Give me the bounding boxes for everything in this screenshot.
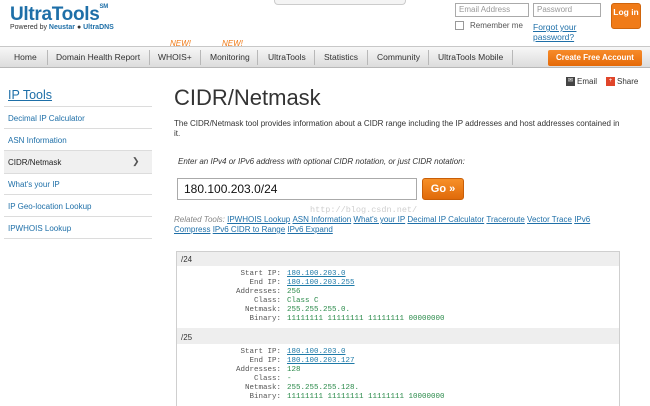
remember-me[interactable]: Remember me <box>455 21 523 30</box>
end-ip-link[interactable]: 180.100.203.255 <box>287 279 355 287</box>
row-label: Netmask: <box>244 384 281 392</box>
related-ipv6-cidr-to-range[interactable]: IPv6 CIDR to Range <box>213 225 285 234</box>
end-ip-link[interactable]: 180.100.203.127 <box>287 357 355 365</box>
result-block-25: Start IP: 180.100.203.0 End IP: 180.100.20… <box>177 344 619 406</box>
nav-statistics[interactable]: Statistics <box>324 47 358 68</box>
email-icon: ✉ <box>566 77 575 86</box>
related-asn-information[interactable]: ASN Information <box>292 215 351 224</box>
row-label: Start IP: <box>240 348 281 356</box>
result-block-24: Start IP: 180.100.203.0 End IP: 180.100.20… <box>177 266 619 328</box>
cidr-input[interactable]: 180.100.203.0/24 <box>177 178 417 200</box>
page-title: CIDR/Netmask <box>174 85 321 110</box>
forgot-password-link[interactable]: Forgot your password? <box>533 22 593 42</box>
login-button[interactable]: Log in <box>611 3 641 29</box>
share-icon: + <box>606 77 615 86</box>
sidebar-item-asn-information[interactable]: ASN Information <box>8 136 67 145</box>
tool-description: The CIDR/Netmask tool provides informati… <box>174 119 620 138</box>
nav-monitoring[interactable]: Monitoring <box>210 47 250 68</box>
sidebar: IP Tools Decimal IP Calculator ASN Infor… <box>0 69 155 406</box>
main-nav: Home Domain Health Report WHOIS+ NEW! Mo… <box>0 39 650 68</box>
share-link[interactable]: + Share <box>606 77 638 86</box>
start-ip-link[interactable]: 180.100.203.0 <box>287 270 346 278</box>
ultratools-logo[interactable]: UltraToolsSM Powered by Neustar ● UltraD… <box>10 4 114 31</box>
related-tools: Related Tools: IPWHOIS Lookup ASN Inform… <box>174 215 591 234</box>
nav-community[interactable]: Community <box>377 47 420 68</box>
related-ipv6-expand[interactable]: IPv6 Expand <box>287 225 332 234</box>
result-header-24: /24 <box>177 252 619 266</box>
sidebar-item-ip-geolocation-lookup[interactable]: IP Geo-location Lookup <box>8 202 91 211</box>
row-value: Class C <box>287 297 319 305</box>
related-ipwhois-lookup[interactable]: IPWHOIS Lookup <box>227 215 290 224</box>
nav-ultratools[interactable]: UltraTools <box>268 47 306 68</box>
top-search-tab[interactable] <box>274 0 406 5</box>
row-value: 255.255.255.128. <box>287 384 360 392</box>
related-decimal-ip-calculator[interactable]: Decimal IP Calculator <box>407 215 484 224</box>
sidebar-title[interactable]: IP Tools <box>8 88 52 102</box>
row-value: 255.255.255.0. <box>287 306 351 314</box>
row-value: 11111111 11111111 11111111 10000000 <box>287 393 445 401</box>
start-ip-link[interactable]: 180.100.203.0 <box>287 348 346 356</box>
nav-home[interactable]: Home <box>14 47 37 68</box>
new-badge-whois: NEW! <box>170 39 191 48</box>
row-label: Start IP: <box>240 270 281 278</box>
create-free-account-button[interactable]: Create Free Account <box>548 50 642 66</box>
nav-ultratools-mobile[interactable]: UltraTools Mobile <box>438 47 503 68</box>
new-badge-monitoring: NEW! <box>222 39 243 48</box>
related-whats-your-ip[interactable]: What's your IP <box>353 215 405 224</box>
row-label: End IP: <box>249 357 281 365</box>
row-value: 128 <box>287 366 301 374</box>
nav-domain-health-report[interactable]: Domain Health Report <box>56 47 140 68</box>
sidebar-item-decimal-ip-calculator[interactable]: Decimal IP Calculator <box>8 114 85 123</box>
row-label: Class: <box>253 297 281 305</box>
row-label: End IP: <box>249 279 281 287</box>
row-label: Netmask: <box>244 306 281 314</box>
watermark-text: http://blog.csdn.net/ <box>310 205 418 215</box>
row-value: 256 <box>287 288 301 296</box>
email-field[interactable]: Email Address <box>455 3 529 17</box>
sidebar-item-ipwhois-lookup[interactable]: IPWHOIS Lookup <box>8 224 71 233</box>
chevron-right-icon: ❯ <box>132 156 140 166</box>
logo-sm-mark: SM <box>99 4 109 10</box>
row-label: Addresses: <box>235 288 281 296</box>
remember-checkbox[interactable] <box>455 21 464 30</box>
row-label: Addresses: <box>235 366 281 374</box>
row-value: 11111111 11111111 11111111 00000000 <box>287 315 445 323</box>
related-vector-trace[interactable]: Vector Trace <box>527 215 572 224</box>
password-field[interactable]: Password <box>533 3 601 17</box>
results-panel: /24 Start IP: 180.100.203.0 End IP: 180.10… <box>176 251 620 406</box>
sidebar-item-cidr-netmask[interactable]: CIDR/Netmask <box>8 158 61 167</box>
row-label: Class: <box>253 375 281 383</box>
result-header-25: /25 <box>177 330 619 344</box>
nav-whois-plus[interactable]: WHOIS+ <box>158 47 192 68</box>
related-traceroute[interactable]: Traceroute <box>486 215 524 224</box>
go-button[interactable]: Go » <box>422 178 464 200</box>
input-hint: Enter an IPv4 or IPv6 address with optio… <box>178 157 465 166</box>
row-value: - <box>287 375 292 383</box>
row-label: Binary: <box>249 393 281 401</box>
sidebar-item-whats-your-ip[interactable]: What's your IP <box>8 180 60 189</box>
logo-text: UltraTools <box>10 4 100 25</box>
email-share-link[interactable]: ✉ Email <box>566 77 597 86</box>
row-label: Binary: <box>249 315 281 323</box>
logo-tagline: Powered by Neustar ● UltraDNS <box>10 24 114 31</box>
